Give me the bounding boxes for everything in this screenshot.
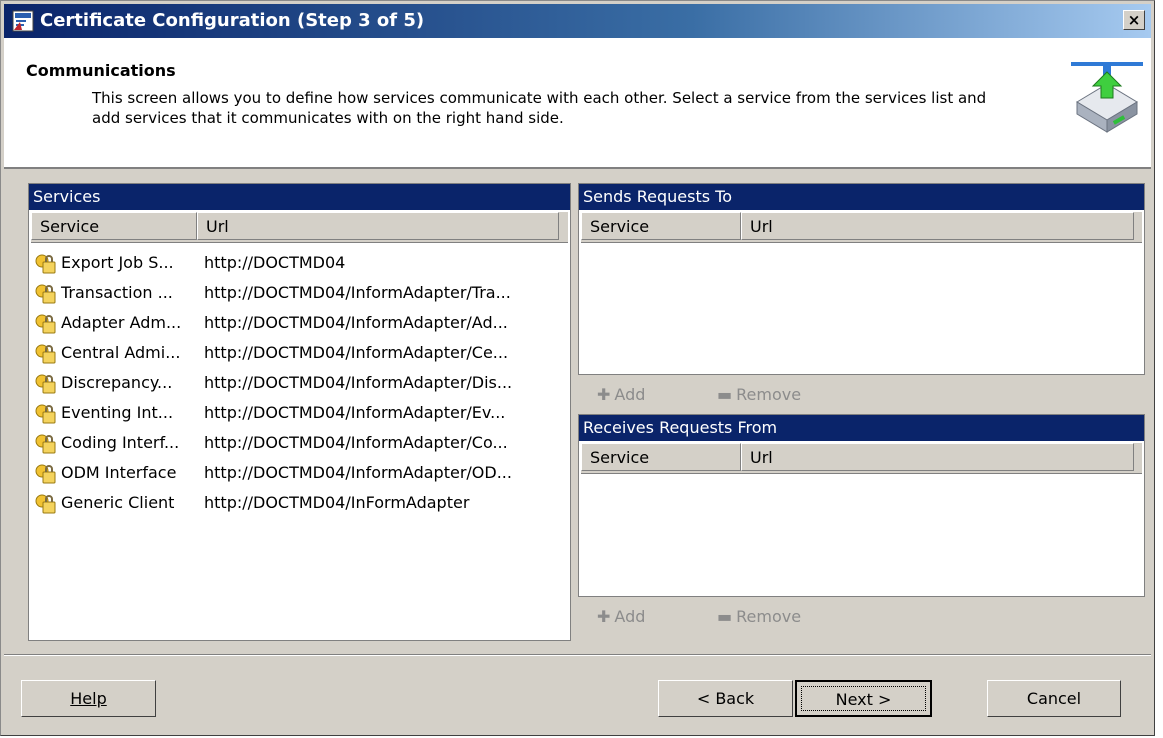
certificate-lock-icon (35, 404, 56, 424)
column-url[interactable]: Url (741, 443, 1134, 471)
network-drive-icon (1071, 62, 1143, 133)
service-name: Central Admi... (61, 343, 181, 362)
services-row[interactable]: ODM Interface http://DOCTMD04/InformAdap… (31, 458, 568, 488)
receives-requests-panel: Receives Requests From Service Url (578, 414, 1145, 597)
page-description: This screen allows you to define how ser… (92, 89, 987, 127)
services-row[interactable]: Generic Client http://DOCTMD04/InFormAda… (31, 488, 568, 518)
certificate-lock-icon (35, 254, 56, 274)
certificate-lock-icon (35, 434, 56, 454)
receives-remove-button[interactable]: ▬ Remove (717, 607, 805, 626)
receives-add-button[interactable]: ✚ Add (597, 607, 649, 626)
help-button[interactable]: Help (21, 680, 156, 717)
service-name: Transaction ... (61, 283, 173, 302)
service-name: Eventing Int... (61, 403, 174, 422)
certificate-lock-icon (35, 464, 56, 484)
receives-actions: ✚ Add ▬ Remove (597, 607, 897, 631)
sends-actions: ✚ Add ▬ Remove (597, 385, 897, 409)
services-row[interactable]: Eventing Int... http://DOCTMD04/InformAd… (31, 398, 568, 428)
sends-requests-panel: Sends Requests To Service Url (578, 183, 1145, 375)
next-button[interactable]: Next > (795, 680, 932, 717)
window-title: Certificate Configuration (Step 3 of 5) (40, 10, 425, 31)
service-url: http://DOCTMD04/InformAdapter/Tra... (204, 283, 511, 302)
plus-icon: ✚ (597, 607, 611, 626)
services-column-header: Service Url (31, 212, 568, 243)
back-button[interactable]: < Back (658, 680, 793, 717)
service-url: http://DOCTMD04/InformAdapter/Ad... (204, 313, 508, 332)
sends-column-header: Service Url (581, 212, 1142, 243)
certificate-lock-icon (35, 284, 56, 304)
certificate-configuration-dialog: Certificate Configuration (Step 3 of 5) … (0, 0, 1155, 736)
certificate-lock-icon (35, 314, 56, 334)
service-url: http://DOCTMD04/InformAdapter/Ev... (204, 403, 506, 422)
column-url[interactable]: Url (741, 212, 1134, 240)
services-row[interactable]: Adapter Adm... http://DOCTMD04/InformAda… (31, 308, 568, 338)
services-panel-title: Services (29, 184, 570, 210)
cancel-button[interactable]: Cancel (987, 680, 1121, 717)
next-button-label: Next > (801, 686, 926, 711)
column-service[interactable]: Service (581, 212, 741, 240)
minus-icon: ▬ (717, 607, 733, 626)
certificate-lock-icon (35, 344, 56, 364)
column-url[interactable]: Url (197, 212, 559, 240)
service-name: Generic Client (61, 493, 175, 512)
sends-add-button[interactable]: ✚ Add (597, 385, 649, 404)
service-url: http://DOCTMD04/InformAdapter/Co... (204, 433, 508, 452)
page-title: Communications (26, 61, 176, 80)
app-icon (12, 10, 34, 32)
services-row[interactable]: Coding Interf... http://DOCTMD04/InformA… (31, 428, 568, 458)
minus-icon: ▬ (717, 385, 733, 404)
service-url: http://DOCTMD04/InformAdapter/Ce... (204, 343, 509, 362)
sends-remove-button[interactable]: ▬ Remove (717, 385, 805, 404)
service-url: http://DOCTMD04/InFormAdapter (204, 493, 470, 512)
footer-separator (4, 654, 1151, 656)
sends-requests-title: Sends Requests To (579, 184, 1144, 210)
service-name: Coding Interf... (61, 433, 180, 452)
service-name: ODM Interface (61, 463, 177, 482)
service-name: Adapter Adm... (61, 313, 182, 332)
service-name: Export Job S... (61, 253, 174, 272)
certificate-lock-icon (35, 494, 56, 514)
service-url: http://DOCTMD04/InformAdapter/Dis... (204, 373, 513, 392)
services-list: Export Job S... http://DOCTMD04 Transact… (31, 248, 568, 518)
plus-icon: ✚ (597, 385, 611, 404)
receives-column-header: Service Url (581, 443, 1142, 474)
certificate-lock-icon (35, 374, 56, 394)
receives-requests-title: Receives Requests From (579, 415, 1144, 441)
services-row[interactable]: Central Admi... http://DOCTMD04/InformAd… (31, 338, 568, 368)
service-name: Discrepancy... (61, 373, 173, 392)
services-row[interactable]: Transaction ... http://DOCTMD04/InformAd… (31, 278, 568, 308)
service-url: http://DOCTMD04/InformAdapter/OD... (204, 463, 512, 482)
services-panel: Services Service Url Export Job S... htt… (28, 183, 571, 641)
wizard-header: Communications This screen allows you to… (4, 38, 1151, 169)
close-button[interactable]: × (1123, 10, 1145, 30)
column-service[interactable]: Service (31, 212, 197, 240)
service-url: http://DOCTMD04 (204, 253, 346, 272)
services-row[interactable]: Discrepancy... http://DOCTMD04/InformAda… (31, 368, 568, 398)
column-service[interactable]: Service (581, 443, 741, 471)
services-row[interactable]: Export Job S... http://DOCTMD04 (31, 248, 568, 278)
title-bar[interactable]: Certificate Configuration (Step 3 of 5) … (4, 4, 1151, 38)
